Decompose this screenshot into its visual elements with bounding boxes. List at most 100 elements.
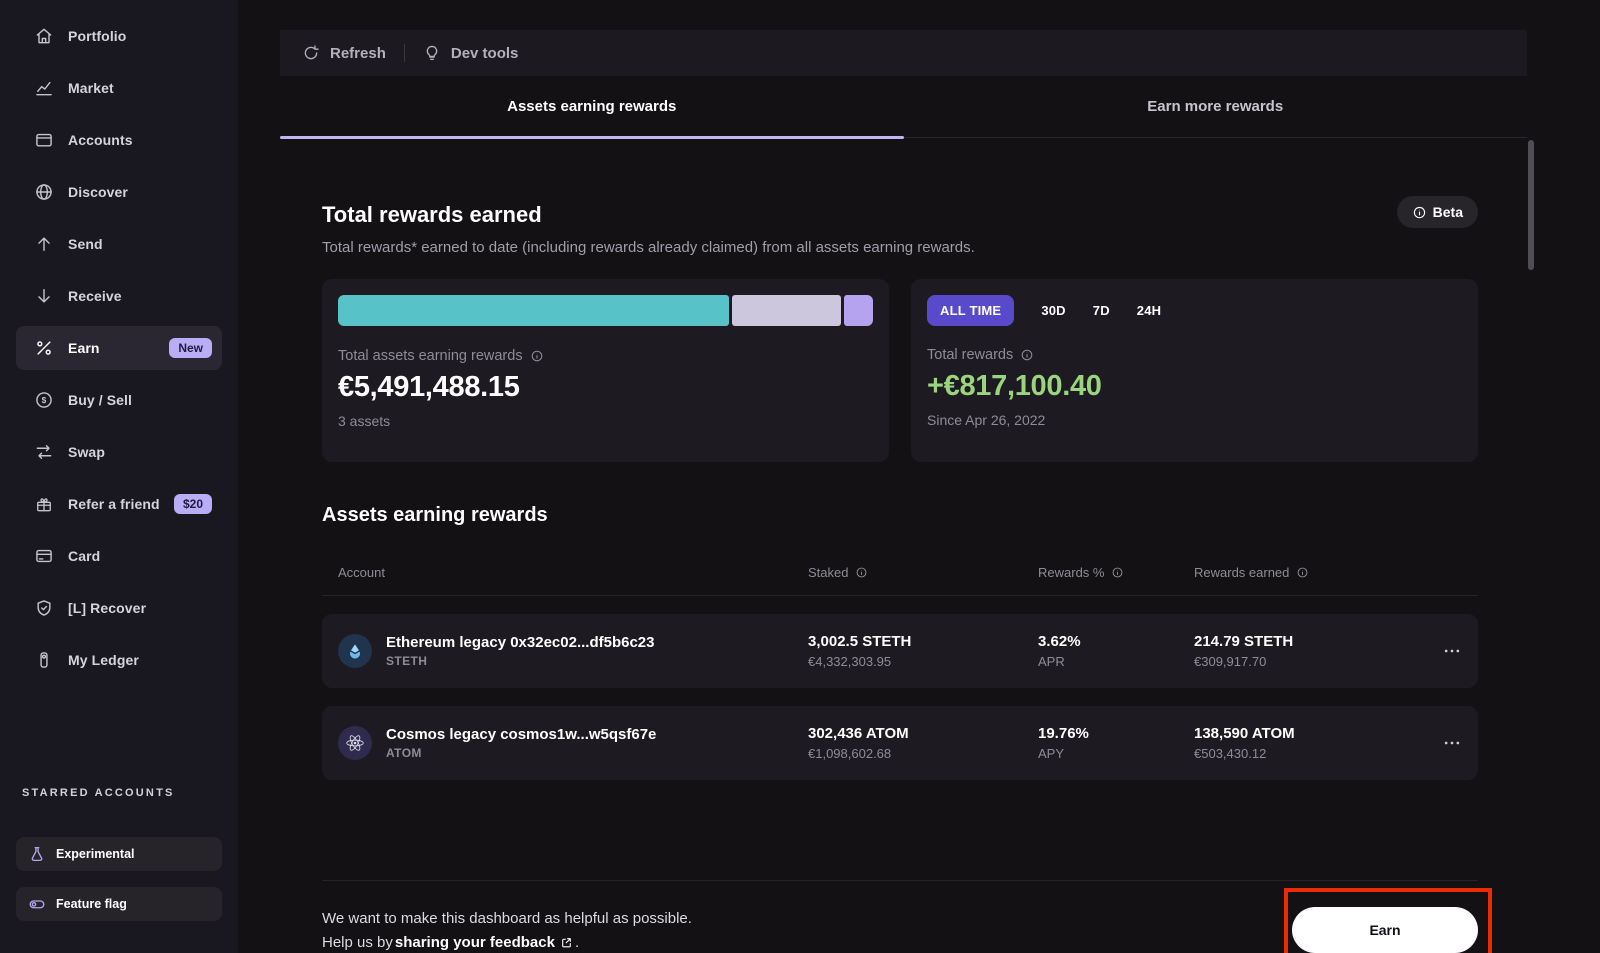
bar-segment-lavender [732,295,840,326]
info-icon [1412,205,1426,219]
info-icon[interactable] [1111,566,1125,580]
sidebar-item-label: Refer a friend [68,496,160,512]
sidebar-item-accounts[interactable]: Accounts [16,118,222,162]
sidebar-item-receive[interactable]: Receive [16,274,222,318]
row-menu-icon[interactable] [1414,641,1462,661]
sidebar: Portfolio Market Accounts Discover Send [0,0,238,953]
bar-segment-teal [338,295,729,326]
experimental-button[interactable]: Experimental [16,837,222,871]
tab-label: Earn more rewards [1147,98,1283,115]
earned-amount: 138,590 ATOM [1194,725,1414,742]
earn-button[interactable]: Earn [1292,907,1478,953]
info-icon[interactable] [1020,348,1034,362]
toggle-icon [28,895,46,913]
svg-text:$: $ [42,395,47,405]
table-row-steth[interactable]: Ethereum legacy 0x32ec02...df5b6c23 STET… [322,614,1478,688]
gift-icon [34,494,54,514]
sidebar-item-refer-a-friend[interactable]: Refer a friend $20 [16,482,222,526]
tab-assets-earning-rewards[interactable]: Assets earning rewards [280,76,904,137]
arrow-down-icon [34,286,54,306]
feature-flag-button[interactable]: Feature flag [16,887,222,921]
sidebar-item-label: Receive [68,288,122,304]
column-staked: Staked [808,565,1038,580]
sidebar-item-label: Card [68,548,100,564]
info-icon[interactable] [1296,566,1310,580]
tab-label: Assets earning rewards [507,98,676,115]
main-area: Refresh Dev tools Assets earning rewards… [238,0,1600,953]
new-badge: New [169,338,212,358]
feedback-link[interactable]: sharing your feedback [395,934,573,951]
credit-card-icon [34,546,54,566]
total-rewards-value: +€817,100.40 [927,370,1462,403]
starred-accounts-header: STARRED ACCOUNTS [16,787,222,799]
account-ticker: ATOM [386,746,656,760]
feedback-help-suffix: . [575,934,579,951]
feedback-footer: We want to make this dashboard as helpfu… [322,880,1478,953]
column-account: Account [338,565,808,580]
sidebar-item-swap[interactable]: Swap [16,430,222,474]
bar-segment-purple [844,295,873,326]
dev-tools-label: Dev tools [451,45,519,62]
sidebar-item-discover[interactable]: Discover [16,170,222,214]
info-icon[interactable] [855,566,869,580]
total-assets-label: Total assets earning rewards [338,348,523,364]
total-rewards-card: ALL TIME 30D 7D 24H Total rewards +€817,… [911,279,1478,462]
column-rewards-pct: Rewards % [1038,565,1194,580]
app-window: Portfolio Market Accounts Discover Send [0,0,1600,953]
earned-fiat: €309,917.70 [1194,654,1414,669]
staked-fiat: €1,098,602.68 [808,746,1038,761]
account-name: Ethereum legacy 0x32ec02...df5b6c23 [386,634,655,651]
refresh-label: Refresh [330,45,386,62]
info-icon[interactable] [530,349,544,363]
refresh-button[interactable]: Refresh [302,44,386,62]
sidebar-item-label: Send [68,236,103,252]
tab-earn-more-rewards[interactable]: Earn more rewards [904,76,1528,137]
sidebar-item-label: Portfolio [68,28,126,44]
dev-topbar: Refresh Dev tools [280,30,1527,76]
sidebar-item-label: Swap [68,444,105,460]
filter-24h[interactable]: 24H [1137,303,1161,318]
sidebar-item-label: Accounts [68,132,133,148]
tab-bar: Assets earning rewards Earn more rewards [280,76,1527,138]
beta-badge[interactable]: Beta [1397,196,1478,228]
vertical-scrollbar-thumb[interactable] [1528,140,1534,270]
wallet-icon [34,130,54,150]
sidebar-item-portfolio[interactable]: Portfolio [16,14,222,58]
sidebar-item-label: Market [68,80,114,96]
filter-30d[interactable]: 30D [1041,303,1065,318]
rewards-rate: 19.76% [1038,725,1194,742]
rate-type: APY [1038,746,1194,761]
topbar-divider [404,44,405,62]
referral-amount-badge: $20 [174,494,212,514]
rewards-dashboard: Total rewards earned Beta Total rewards*… [238,138,1600,858]
sidebar-item-recover[interactable]: [L] Recover [16,586,222,630]
filter-all-time[interactable]: ALL TIME [927,295,1014,326]
dev-tools-button[interactable]: Dev tools [423,44,519,62]
steth-coin-icon [338,634,372,668]
table-row-atom[interactable]: Cosmos legacy cosmos1w...w5qsf67e ATOM 3… [322,706,1478,780]
sidebar-item-market[interactable]: Market [16,66,222,110]
sidebar-item-label: Earn [68,340,100,356]
total-assets-value: €5,491,488.15 [338,371,873,404]
sidebar-item-my-ledger[interactable]: My Ledger [16,638,222,682]
row-menu-icon[interactable] [1414,733,1462,753]
account-ticker: STETH [386,654,655,668]
sidebar-item-earn[interactable]: Earn New [16,326,222,370]
lightbulb-icon [423,44,441,62]
percent-icon [34,338,54,358]
shield-icon [34,598,54,618]
flask-icon [28,845,46,863]
account-name: Cosmos legacy cosmos1w...w5qsf67e [386,726,656,743]
staked-amount: 302,436 ATOM [808,725,1038,742]
external-link-icon [560,936,573,949]
table-title: Assets earning rewards [322,504,1478,527]
sidebar-item-card[interactable]: Card [16,534,222,578]
sidebar-item-buy-sell[interactable]: $ Buy / Sell [16,378,222,422]
page-title: Total rewards earned [322,202,542,228]
sidebar-item-label: My Ledger [68,652,139,668]
arrow-up-icon [34,234,54,254]
filter-7d[interactable]: 7D [1093,303,1110,318]
sidebar-item-send[interactable]: Send [16,222,222,266]
total-assets-card: Total assets earning rewards €5,491,488.… [322,279,889,462]
chart-icon [34,78,54,98]
